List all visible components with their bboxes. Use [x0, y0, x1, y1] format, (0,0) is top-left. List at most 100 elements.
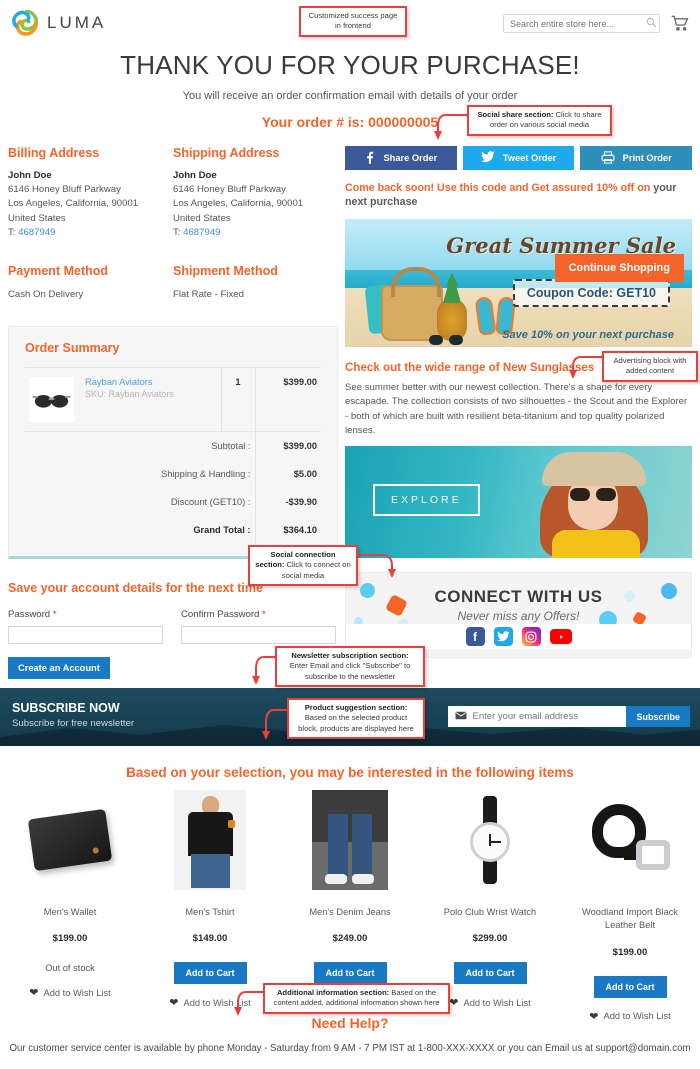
need-help-title: Need Help?	[311, 1015, 389, 1031]
arrow-to-social-share	[434, 112, 472, 140]
success-page: LUMA THANK YOU FOR YOUR PURCHASE! You wi…	[0, 0, 700, 1069]
youtube-icon[interactable]	[549, 629, 572, 645]
confirm-password-input[interactable]	[181, 625, 336, 644]
subscribe-subtitle: Subscribe for free newsletter	[12, 718, 135, 729]
annotation-product-suggestion: Product suggestion section: Based on the…	[287, 698, 425, 739]
annotation-social-share-bold: Social share section:	[477, 110, 554, 119]
add-to-cart-button[interactable]: Add to Cart	[453, 962, 527, 985]
print-order-button[interactable]: Print Order	[580, 146, 693, 170]
twitter-icon	[480, 151, 495, 165]
product-name[interactable]: Men's Wallet	[0, 906, 140, 919]
search-input[interactable]	[504, 18, 643, 29]
subtotal-value: $399.00	[254, 430, 321, 460]
shipping-citystate: Los Angeles, California, 90001	[173, 198, 304, 210]
facebook-icon	[364, 151, 375, 166]
belt-image[interactable]	[560, 788, 700, 892]
add-to-wishlist[interactable]: ❤ Add to Wish List	[0, 986, 140, 999]
coupon-code-badge: Coupon Code: GET10	[512, 278, 670, 307]
wishlist-label: Add to Wish List	[463, 997, 531, 1008]
jeans-image[interactable]	[280, 788, 420, 892]
social-share-buttons: Share Order Tweet Order Print Order	[345, 146, 693, 170]
model-sunglasses-icon	[570, 488, 616, 502]
shopping-cart-icon[interactable]	[670, 13, 690, 33]
instagram-icon[interactable]	[521, 627, 541, 647]
sunglasses-product-image	[29, 376, 74, 422]
logo[interactable]: LUMA	[12, 9, 107, 36]
ad-image[interactable]: EXPLORE	[345, 446, 692, 559]
logo-text: LUMA	[47, 13, 107, 32]
product-price: $199.00	[612, 946, 648, 958]
totals-row-grand: Grand Total : $364.10	[25, 515, 321, 544]
product-action: Add to Cart	[560, 975, 700, 998]
page-title: THANK YOU FOR YOUR PURCHASE!	[120, 50, 580, 80]
annotation-customized-page: Customized success page in frontend	[299, 6, 407, 37]
continue-shopping-button[interactable]: Continue Shopping	[554, 254, 684, 282]
product-image-cell	[25, 366, 81, 432]
annotation-product-suggestion-bold: Product suggestion section:	[304, 703, 408, 712]
ad-body-text: See summer better with our newest collec…	[345, 381, 688, 437]
need-help-text: Our customer service center is available…	[9, 1043, 691, 1054]
add-to-cart-button[interactable]: Add to Cart	[313, 962, 387, 985]
annotation-social-connection: Social connection section: Click to conn…	[248, 545, 358, 586]
wallet-image[interactable]	[0, 788, 140, 892]
billing-tel-link[interactable]: 4687949	[18, 227, 55, 238]
payment-method-block: Payment Method Cash On Delivery	[8, 264, 173, 300]
promo-text-1: Come back soon! Use this code and Get as…	[345, 182, 651, 194]
required-mark-2: *	[262, 608, 266, 620]
billing-tel-label: T:	[8, 226, 16, 238]
add-to-cart-button[interactable]: Add to Cart	[593, 975, 667, 998]
arrow-to-advertising	[569, 354, 606, 379]
recommendations-title: Based on your selection, you may be inte…	[126, 765, 574, 780]
subtotal-label: Subtotal :	[25, 430, 255, 460]
order-summary: Order Summary Rayban Aviators SKU: Rayba…	[8, 325, 338, 559]
product-action: Add to Cart	[280, 962, 420, 985]
product-price: $199.00	[52, 933, 88, 945]
shipping-tel-link[interactable]: 4687949	[183, 227, 220, 238]
shipment-method-heading: Shipment Method	[173, 263, 278, 278]
product-action: Add to Cart	[140, 962, 280, 985]
arrow-to-social-connection	[354, 552, 396, 578]
grand-total-label: Grand Total :	[193, 524, 251, 535]
printer-icon	[601, 150, 615, 166]
product-action: Add to Cart	[420, 962, 560, 985]
search-box[interactable]	[503, 14, 660, 33]
tshirt-image[interactable]	[140, 788, 280, 892]
product-name[interactable]: Rayban Aviators	[85, 377, 217, 387]
out-of-stock-label: Out of stock	[45, 963, 95, 974]
add-to-cart-button[interactable]: Add to Cart	[173, 962, 247, 985]
summer-sale-banner[interactable]: Great Summer Sale Coupon Code: GET10 Sav…	[345, 218, 692, 347]
arrow-to-additional-info	[234, 989, 268, 1016]
envelope-icon	[448, 711, 472, 723]
addresses: Billing Address John Doe 6146 Honey Bluf…	[8, 146, 338, 240]
product-name[interactable]: Woodland Import Black Leather Belt	[560, 906, 700, 933]
shipping-value: $5.00	[254, 459, 321, 488]
wishlist-label: Add to Wish List	[43, 987, 111, 998]
sunglasses-icon	[429, 334, 463, 345]
subscribe-email-input[interactable]	[472, 711, 627, 722]
page-subtitle: You will receive an order confirmation e…	[182, 90, 518, 102]
twitter-icon[interactable]	[493, 627, 513, 647]
product-name[interactable]: Men's Tshirt	[140, 906, 280, 919]
facebook-icon[interactable]: f	[465, 627, 485, 647]
tweet-order-button[interactable]: Tweet Order	[462, 146, 575, 170]
watch-image[interactable]	[420, 788, 560, 892]
order-summary-heading: Order Summary	[25, 340, 120, 355]
product-name[interactable]: Polo Club Wrist Watch	[420, 906, 560, 919]
annotation-product-suggestion-rest: Based on the selected product block, pro…	[298, 713, 414, 733]
connect-title: CONNECT WITH US	[434, 587, 603, 607]
confirm-password-field-group: Confirm Password *	[181, 609, 336, 644]
share-order-button[interactable]: Share Order	[345, 146, 457, 170]
search-icon[interactable]	[643, 17, 659, 31]
explore-button[interactable]: EXPLORE	[373, 484, 480, 517]
subscribe-button[interactable]: Subscribe	[626, 706, 690, 727]
luma-flower-icon	[12, 9, 38, 36]
create-account-button[interactable]: Create an Account	[8, 656, 110, 679]
subscribe-input-wrap[interactable]	[448, 706, 627, 727]
model-hat	[542, 452, 646, 487]
shipping-country: United States	[173, 212, 231, 224]
password-input[interactable]	[8, 625, 163, 644]
annotation-newsletter-rest: Enter Email and click "Subscribe" to sub…	[289, 661, 411, 681]
product-name[interactable]: Men's Denim Jeans	[280, 906, 420, 919]
product-price: $249.00	[332, 933, 368, 945]
shipping-address-heading: Shipping Address	[173, 146, 280, 160]
